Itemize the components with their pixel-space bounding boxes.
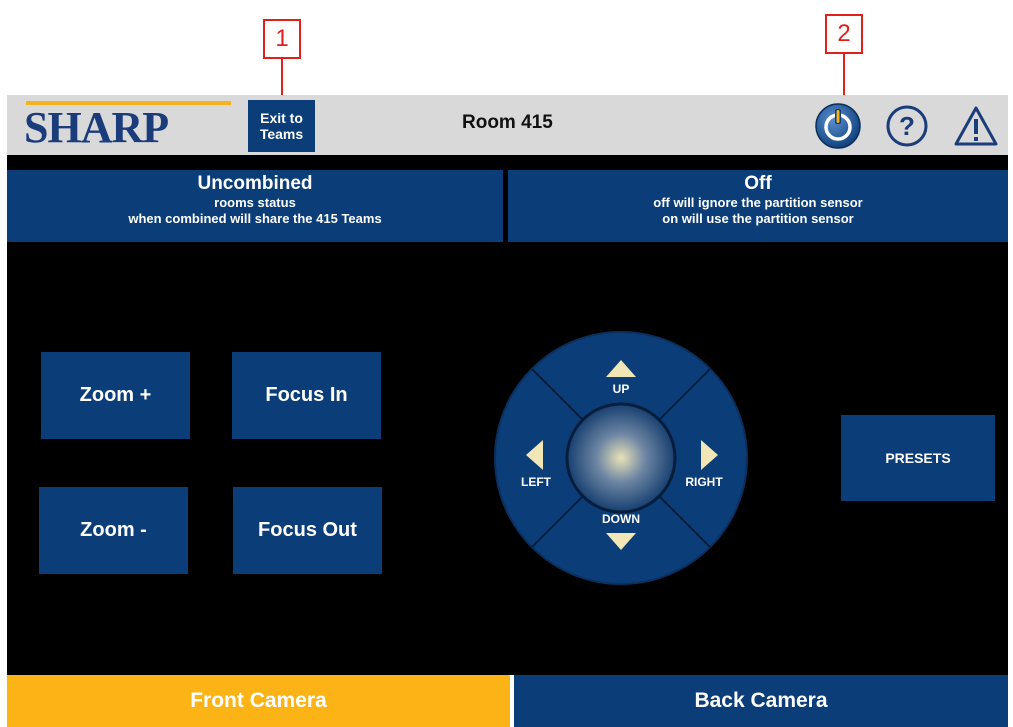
- combine-status-title: Uncombined: [197, 173, 313, 194]
- dpad-left-label: LEFT: [521, 475, 552, 489]
- room-title: Room 415: [462, 112, 553, 133]
- dpad-center[interactable]: [565, 402, 677, 514]
- dpad-down-label: DOWN: [602, 512, 640, 526]
- sharp-logo: SHARP: [24, 103, 169, 152]
- partition-status-box[interactable]: Off off will ignore the partition sensor…: [508, 170, 1008, 242]
- exit-button-line1: Exit to: [260, 110, 303, 126]
- dpad-up-label: UP: [613, 382, 630, 396]
- svg-text:?: ?: [899, 111, 915, 141]
- power-icon[interactable]: [814, 102, 862, 150]
- warning-icon[interactable]: [953, 104, 999, 148]
- callout-2: 2: [825, 14, 863, 54]
- tab-back-camera[interactable]: Back Camera: [514, 675, 1008, 727]
- zoom-out-button[interactable]: Zoom -: [39, 487, 188, 574]
- combine-status-line1: rooms status: [214, 195, 296, 210]
- focus-in-button[interactable]: Focus In: [232, 352, 381, 439]
- help-icon[interactable]: ?: [885, 104, 929, 148]
- exit-to-teams-button[interactable]: Exit to Teams: [248, 100, 315, 152]
- dpad-right-label: RIGHT: [685, 475, 723, 489]
- callout-1: 1: [263, 19, 301, 59]
- pan-tilt-dpad: UP DOWN LEFT RIGHT: [494, 331, 748, 585]
- combine-status-box[interactable]: Uncombined rooms status when combined wi…: [7, 170, 503, 242]
- zoom-in-button[interactable]: Zoom +: [41, 352, 190, 439]
- exit-button-line2: Teams: [259, 126, 304, 142]
- partition-status-line2: on will use the partition sensor: [662, 211, 854, 226]
- partition-status-line1: off will ignore the partition sensor: [653, 195, 863, 210]
- focus-out-button[interactable]: Focus Out: [233, 487, 382, 574]
- tab-front-camera[interactable]: Front Camera: [7, 675, 510, 727]
- combine-status-line2: when combined will share the 415 Teams: [128, 211, 382, 226]
- presets-button[interactable]: PRESETS: [841, 415, 995, 501]
- partition-status-title: Off: [744, 173, 772, 194]
